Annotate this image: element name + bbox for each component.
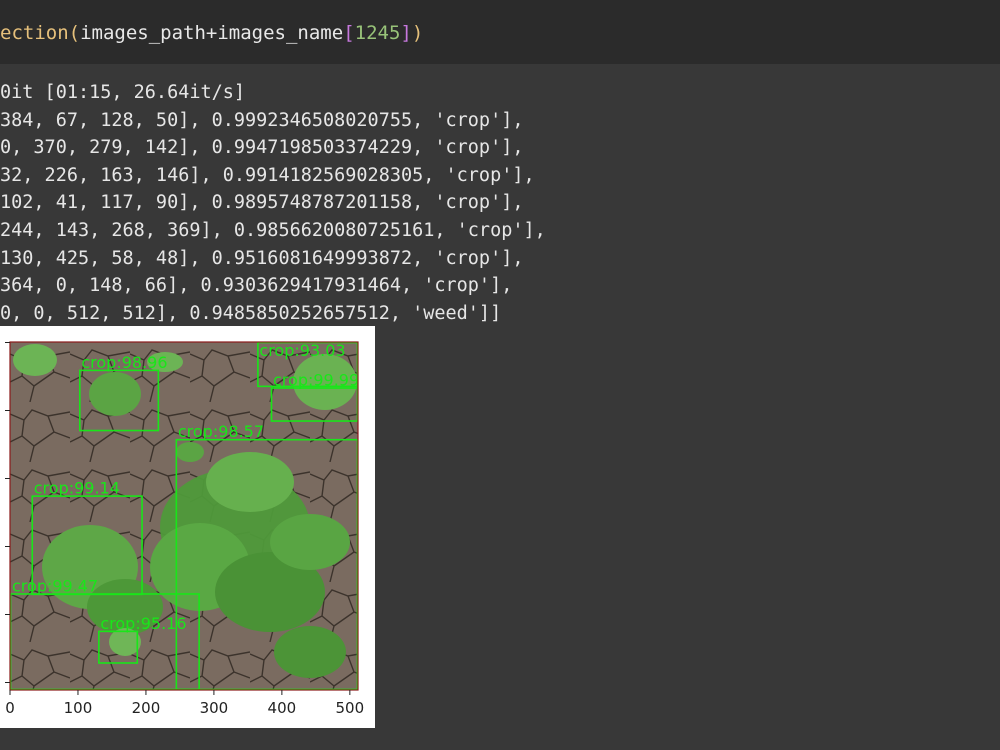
output-line-3: 32, 226, 163, 146], 0.9914182569028305, … <box>0 164 535 186</box>
output-line-1: 384, 67, 128, 50], 0.9992346508020755, '… <box>0 109 524 131</box>
x-tick-label: 300 <box>200 699 229 717</box>
x-tick-label: 400 <box>268 699 297 717</box>
x-ticks: 0 100 200 300 400 500 <box>5 690 364 717</box>
output-line-5: 244, 143, 268, 369], 0.9856620080725161,… <box>0 219 546 241</box>
code-cell[interactable]: ection(images_path+images_name[1245]) <box>0 0 1000 64</box>
progress-line: 0it [01:15, 26.64it/s] <box>0 82 246 103</box>
code-paren-close: ) <box>411 22 424 44</box>
output-text: 0it [01:15, 26.64it/s] 384, 67, 128, 50],… <box>0 79 546 327</box>
x-tick-label: 200 <box>132 699 161 717</box>
output-line-8: 0, 0, 512, 512], 0.9485850252657512, 'we… <box>0 302 502 324</box>
output-line-4: 102, 41, 117, 90], 0.9895748787201158, '… <box>0 192 524 214</box>
output-line-6: 130, 425, 58, 48], 0.9516081649993872, '… <box>0 247 524 269</box>
code-function-name: ection <box>0 22 69 44</box>
code-line[interactable]: ection(images_path+images_name[1245]) <box>0 20 423 46</box>
x-tick-label: 100 <box>64 699 93 717</box>
code-bracket-close: ] <box>400 22 412 44</box>
code-paren-open: ( <box>68 22 81 44</box>
output-line-7: 364, 0, 148, 66], 0.9303629417931464, 'c… <box>0 275 513 297</box>
y-ticks <box>5 342 10 683</box>
x-tick-label: 500 <box>336 699 365 717</box>
figure-axes: 0 100 200 300 400 500 <box>5 341 364 717</box>
plot-frame <box>9 341 359 691</box>
output-line-2: 0, 370, 279, 142], 0.9947198503374229, '… <box>0 137 524 159</box>
code-index: 1245 <box>354 22 401 44</box>
code-args: images_path+images_name <box>80 22 344 44</box>
code-bracket-open: [ <box>343 22 355 44</box>
x-tick-label: 0 <box>5 699 15 717</box>
